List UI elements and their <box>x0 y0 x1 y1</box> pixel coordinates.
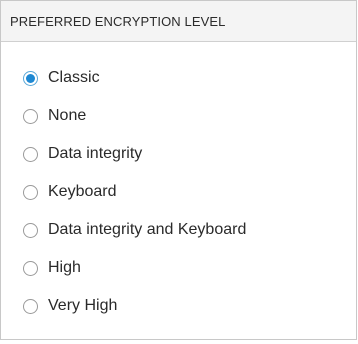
option-keyboard[interactable]: Keyboard <box>23 180 117 204</box>
radio-button[interactable] <box>23 260 38 276</box>
option-data-integrity[interactable]: Data integrity <box>23 142 142 166</box>
radio-button[interactable] <box>23 146 38 162</box>
option-none[interactable]: None <box>23 104 86 128</box>
panel-header: PREFERRED ENCRYPTION LEVEL <box>1 1 356 42</box>
option-classic[interactable]: Classic <box>23 66 100 90</box>
option-high[interactable]: High <box>23 256 81 280</box>
radio-button[interactable] <box>23 184 38 200</box>
option-label: Data integrity <box>48 145 143 162</box>
encryption-level-panel: PREFERRED ENCRYPTION LEVEL Classic None … <box>0 0 357 340</box>
option-label: Data integrity and Keyboard <box>48 221 247 238</box>
radio-button[interactable] <box>23 222 38 238</box>
option-very-high[interactable]: Very High <box>23 294 117 318</box>
radio-button[interactable] <box>23 108 38 124</box>
radio-selected-dot <box>26 73 35 83</box>
panel-title: PREFERRED ENCRYPTION LEVEL <box>10 13 226 29</box>
radio-button[interactable] <box>23 70 38 86</box>
option-label: High <box>48 259 81 276</box>
option-label: None <box>48 107 87 124</box>
option-label: Very High <box>48 297 118 314</box>
radio-button[interactable] <box>23 298 38 314</box>
option-label: Keyboard <box>48 183 117 200</box>
option-label: Classic <box>48 69 100 86</box>
option-data-integrity-and-keyboard[interactable]: Data integrity and Keyboard <box>23 218 246 242</box>
